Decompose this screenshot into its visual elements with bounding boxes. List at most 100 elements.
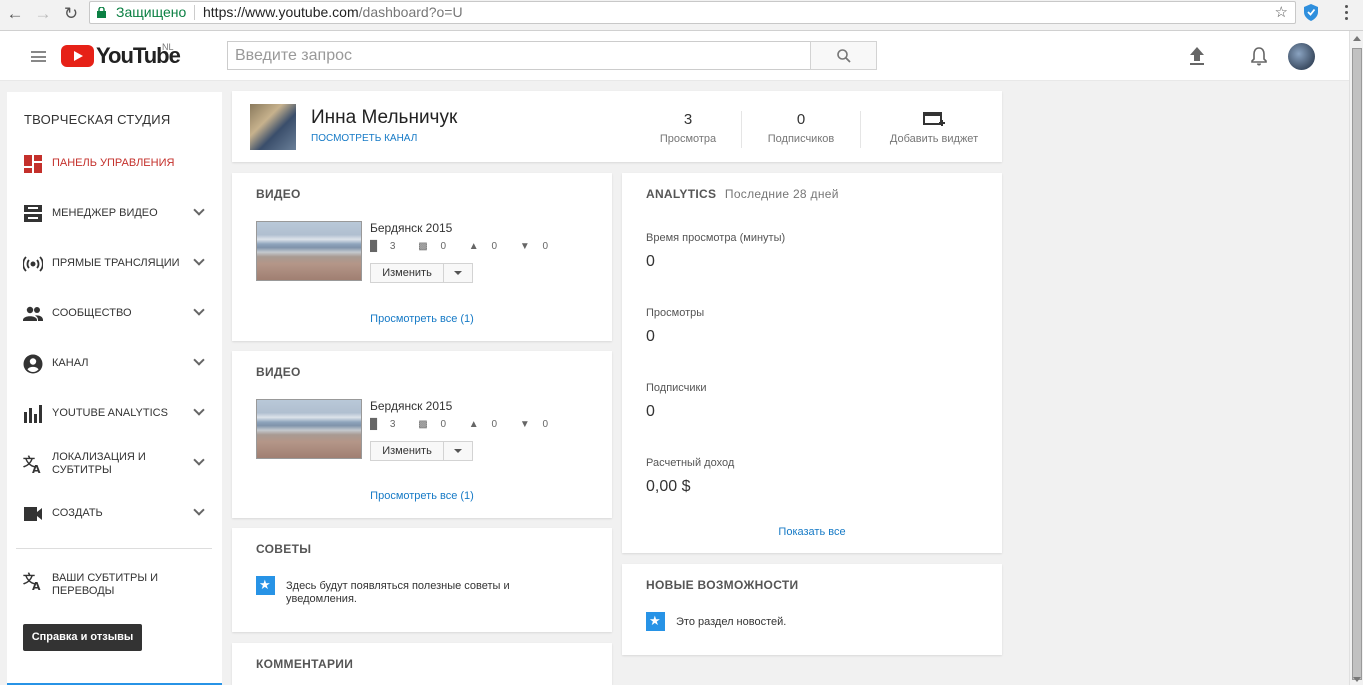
sidebar-item-label: ВАШИ СУБТИТРЫ И ПЕРЕВОДЫ (52, 572, 158, 598)
card-title: СОВЕТЫ (256, 542, 312, 556)
edit-button[interactable]: Изменить (370, 263, 444, 283)
translate-icon: 文A (23, 571, 41, 591)
back-arrow-icon[interactable]: ← (4, 3, 26, 25)
news-text: Это раздел новостей. (676, 616, 787, 628)
dislikes-stat: ▼ 0 (520, 419, 558, 430)
view-channel-link[interactable]: ПОСМОТРЕТЬ КАНАЛ (311, 133, 417, 144)
video-title[interactable]: Бердянск 2015 (370, 221, 452, 235)
sidebar-item-label: МЕНЕДЖЕР ВИДЕО (52, 207, 158, 219)
sidebar-item-live[interactable]: ПРЯМЫЕ ТРАНСЛЯЦИИ (7, 243, 222, 283)
likes-stat: ▲ 0 (469, 241, 507, 252)
sidebar-item-analytics[interactable]: YOUTUBE ANALYTICS (7, 393, 222, 433)
analytics-title: ANALYTICS (646, 187, 717, 201)
scrollbar-thumb[interactable] (1352, 48, 1362, 680)
see-all-videos-link[interactable]: Просмотреть все (1) (232, 490, 612, 502)
tips-text-line-1: Здесь будут появляться полезные советы и (286, 580, 510, 592)
views-stat: █ 3 (370, 241, 405, 252)
video-manager-icon (24, 205, 42, 222)
views-count: 3 (389, 241, 396, 252)
edit-button[interactable]: Изменить (370, 441, 444, 461)
chevron-down-icon[interactable] (193, 304, 205, 316)
browser-toolbar: ← → ↻ Защищено https://www.youtube.com/d… (0, 0, 1363, 31)
search-input[interactable]: Введите запрос (227, 41, 811, 70)
add-widget-button[interactable]: Добавить виджет (884, 111, 984, 145)
bookmark-star-icon[interactable]: ☆ (1275, 2, 1288, 23)
lock-icon (97, 7, 106, 18)
edit-dropdown-chevron-icon[interactable] (443, 263, 473, 283)
comment-icon: ▩ (418, 241, 428, 252)
reload-icon[interactable]: ↻ (60, 3, 82, 25)
sidebar-item-dashboard[interactable]: ПАНЕЛЬ УПРАВЛЕНИЯ (7, 143, 222, 183)
card-title: ВИДЕО (256, 187, 301, 201)
account-avatar[interactable] (1288, 43, 1315, 70)
sidebar-item-community[interactable]: СООБЩЕСТВО (7, 293, 222, 333)
hamburger-menu-icon[interactable] (31, 51, 46, 62)
url-path: /dashboard?o=U (358, 4, 463, 20)
studio-title: ТВОРЧЕСКАЯ СТУДИЯ (24, 112, 171, 127)
url-text[interactable]: https://www.youtube.com/dashboard?o=U (203, 2, 463, 23)
chevron-down-icon[interactable] (193, 254, 205, 266)
svg-text:A: A (32, 463, 41, 474)
address-bar[interactable]: Защищено https://www.youtube.com/dashboa… (89, 1, 1296, 24)
dislikes-stat: ▼ 0 (520, 241, 558, 252)
video-thumbnail[interactable] (256, 399, 362, 459)
channel-avatar[interactable] (250, 104, 296, 150)
page-scrollbar[interactable] (1349, 31, 1363, 685)
subscribers-count: 0 (796, 111, 806, 128)
sidebar-item-create[interactable]: СОЗДАТЬ (7, 493, 222, 533)
bar-chart-icon: █ (370, 241, 378, 252)
chevron-down-icon[interactable] (193, 204, 205, 216)
dislikes-count: 0 (542, 419, 549, 430)
scroll-down-arrow-icon[interactable] (1353, 677, 1361, 682)
notifications-bell-icon[interactable] (1250, 46, 1268, 66)
metric-value: 0 (646, 328, 655, 345)
video-card: ВИДЕО Бердянск 2015 █ 3 ▩ 0 ▲ 0 ▼ 0 Изме… (232, 351, 612, 518)
label-line-2: ПЕРЕВОДЫ (52, 585, 115, 597)
shield-extension-icon[interactable] (1303, 4, 1319, 21)
likes-count: 0 (491, 241, 498, 252)
video-title[interactable]: Бердянск 2015 (370, 399, 452, 413)
upload-icon[interactable] (1188, 46, 1206, 66)
subscribers-stat: 0 Подписчиков (762, 111, 840, 145)
show-all-analytics-link[interactable]: Показать все (622, 526, 1002, 538)
svg-text:A: A (32, 580, 41, 591)
edit-dropdown-chevron-icon[interactable] (443, 441, 473, 461)
sidebar-item-your-subtitles[interactable]: 文A ВАШИ СУБТИТРЫ И ПЕРЕВОДЫ (7, 563, 222, 603)
youtube-play-icon (61, 45, 94, 67)
stat-separator (741, 111, 742, 148)
chevron-down-icon[interactable] (193, 504, 205, 516)
chevron-down-icon[interactable] (193, 454, 205, 466)
views-stat: 3 Просмотра (652, 111, 724, 145)
see-all-videos-link[interactable]: Просмотреть все (1) (232, 313, 612, 325)
sidebar-divider (16, 548, 212, 549)
forward-arrow-icon[interactable]: → (32, 3, 54, 25)
region-code: NL (162, 42, 174, 52)
channel-account-icon (23, 354, 43, 374)
star-news-icon (646, 612, 665, 631)
metric-value: 0,00 $ (646, 478, 691, 495)
sidebar-item-video-manager[interactable]: МЕНЕДЖЕР ВИДЕО (7, 193, 222, 233)
metric-label: Время просмотра (минуты) (646, 232, 786, 244)
browser-menu-icon[interactable] (1345, 5, 1349, 21)
comments-count: 0 (440, 241, 447, 252)
chevron-down-icon[interactable] (193, 354, 205, 366)
label-line-2: СУБТИТРЫ (52, 464, 112, 476)
comments-stat: ▩ 0 (418, 419, 456, 430)
creator-studio-sidebar: ТВОРЧЕСКАЯ СТУДИЯ ПАНЕЛЬ УПРАВЛЕНИЯ МЕНЕ… (7, 92, 222, 685)
views-count: 3 (389, 419, 396, 430)
news-card: НОВЫЕ ВОЗМОЖНОСТИ Это раздел новостей. (622, 564, 1002, 655)
url-host: https://www.youtube.com (203, 4, 359, 20)
search-button[interactable] (810, 41, 877, 70)
thumbs-up-icon: ▲ (468, 241, 479, 252)
live-broadcast-icon (23, 256, 43, 272)
scroll-up-arrow-icon[interactable] (1353, 36, 1361, 41)
subscribers-label: Подписчиков (767, 133, 835, 145)
sidebar-item-localization[interactable]: 文A ЛОКАЛИЗАЦИЯ И СУБТИТРЫ (7, 443, 222, 483)
sidebar-item-channel[interactable]: КАНАЛ (7, 343, 222, 383)
video-thumbnail[interactable] (256, 221, 362, 281)
help-feedback-button[interactable]: Справка и отзывы (23, 624, 142, 651)
tips-text-line-2: уведомления. (286, 593, 357, 605)
chevron-down-icon[interactable] (193, 404, 205, 416)
search-icon (837, 49, 851, 63)
metric-value: 0 (646, 253, 655, 270)
